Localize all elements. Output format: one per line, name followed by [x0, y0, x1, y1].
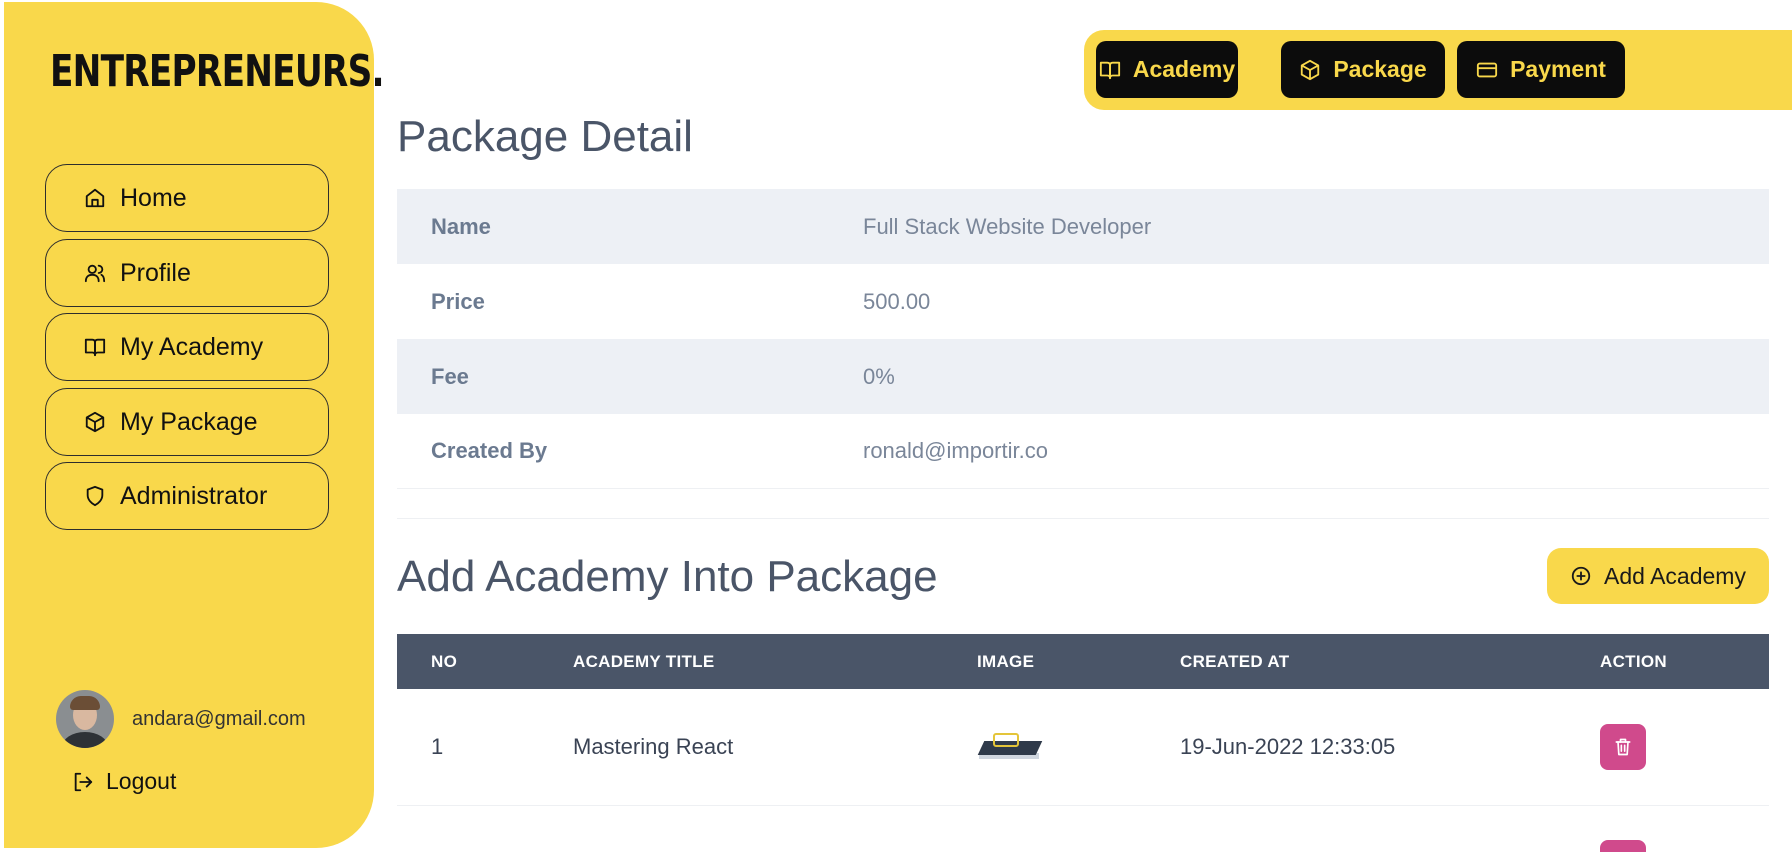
- logout-button[interactable]: Logout: [72, 768, 176, 795]
- package-icon: [1301, 59, 1320, 80]
- top-package-button[interactable]: Package: [1281, 41, 1445, 98]
- sidebar: ENTREPRENEURS. Home Profile My Academy M…: [4, 2, 385, 848]
- top-academy-button[interactable]: Academy: [1096, 41, 1238, 98]
- top-package-label: Package: [1333, 56, 1427, 82]
- detail-key: Price: [431, 288, 485, 314]
- detail-key: Fee: [431, 363, 469, 389]
- sidebar-item-label: Administrator: [120, 481, 268, 510]
- header-action: ACTION: [1600, 651, 1667, 671]
- detail-row-created-by: Created By ronald@importir.co: [397, 414, 1769, 489]
- top-payment-label: Payment: [1510, 56, 1606, 82]
- sidebar-item-my-academy[interactable]: My Academy: [45, 313, 329, 381]
- detail-key: Created By: [431, 438, 548, 463]
- sidebar-item-home[interactable]: Home: [45, 164, 329, 232]
- sidebar-item-label: Home: [120, 183, 187, 212]
- avatar: [56, 690, 114, 748]
- shield-icon: [82, 483, 108, 509]
- user-email: andara@gmail.com: [132, 707, 306, 730]
- table-header: NO ACADEMY TITLE IMAGE CREATED AT ACTION: [397, 634, 1769, 689]
- trash-icon: [1615, 738, 1631, 756]
- top-payment-button[interactable]: Payment: [1457, 41, 1625, 98]
- users-icon: [82, 260, 108, 286]
- home-icon: [82, 185, 108, 211]
- detail-row-name: Name Full Stack Website Developer: [397, 189, 1769, 264]
- detail-value: 0%: [863, 363, 895, 389]
- header-academy-title: ACADEMY TITLE: [573, 651, 715, 671]
- sidebar-item-administrator[interactable]: Administrator: [45, 462, 329, 530]
- academy-table: NO ACADEMY TITLE IMAGE CREATED AT ACTION…: [397, 634, 1769, 806]
- add-academy-button[interactable]: Add Academy: [1547, 548, 1769, 604]
- package-icon: [82, 409, 108, 435]
- page-title: Package Detail: [397, 112, 693, 161]
- sidebar-item-label: My Package: [120, 407, 258, 436]
- delete-button-partial[interactable]: [1600, 840, 1646, 852]
- table-row: 1 Mastering React 19-Jun-2022 12:33:05: [397, 689, 1769, 806]
- cell-created-at: 19-Jun-2022 12:33:05: [1180, 734, 1396, 759]
- detail-row-fee: Fee 0%: [397, 339, 1769, 414]
- detail-value: Full Stack Website Developer: [863, 213, 1152, 239]
- top-academy-label: Academy: [1132, 56, 1236, 82]
- sidebar-item-label: My Academy: [120, 332, 264, 361]
- user-info: andara@gmail.com: [56, 690, 306, 748]
- delete-button[interactable]: [1600, 724, 1646, 770]
- detail-value: 500.00: [863, 288, 931, 314]
- sidebar-item-label: Profile: [120, 258, 191, 287]
- detail-key: Name: [431, 213, 491, 239]
- academy-thumbnail: [977, 729, 1043, 765]
- sidebar-item-profile[interactable]: Profile: [45, 239, 329, 307]
- header-image: IMAGE: [977, 651, 1035, 671]
- brand-logo: ENTREPRENEURS.: [50, 46, 385, 97]
- cell-academy-title: Mastering React: [573, 734, 734, 759]
- header-created-at: CREATED AT: [1180, 651, 1290, 671]
- logout-label: Logout: [106, 768, 177, 794]
- book-icon: [1099, 61, 1120, 79]
- detail-row-price: Price 500.00: [397, 264, 1769, 339]
- detail-value: ronald@importir.co: [863, 438, 1048, 463]
- section-title: Add Academy Into Package: [397, 552, 938, 601]
- package-detail-table: Name Full Stack Website Developer Price …: [397, 189, 1769, 489]
- add-academy-label: Add Academy: [1604, 562, 1746, 589]
- book-icon: [82, 334, 108, 360]
- plus-circle-icon: [1571, 566, 1591, 586]
- divider: [397, 518, 1769, 519]
- logout-icon: [74, 772, 93, 791]
- cell-no: 1: [431, 734, 444, 759]
- sidebar-item-my-package[interactable]: My Package: [45, 388, 329, 456]
- top-bar: Academy Package Payment: [1084, 30, 1792, 110]
- credit-card-icon: [1476, 62, 1498, 77]
- header-no: NO: [431, 651, 458, 671]
